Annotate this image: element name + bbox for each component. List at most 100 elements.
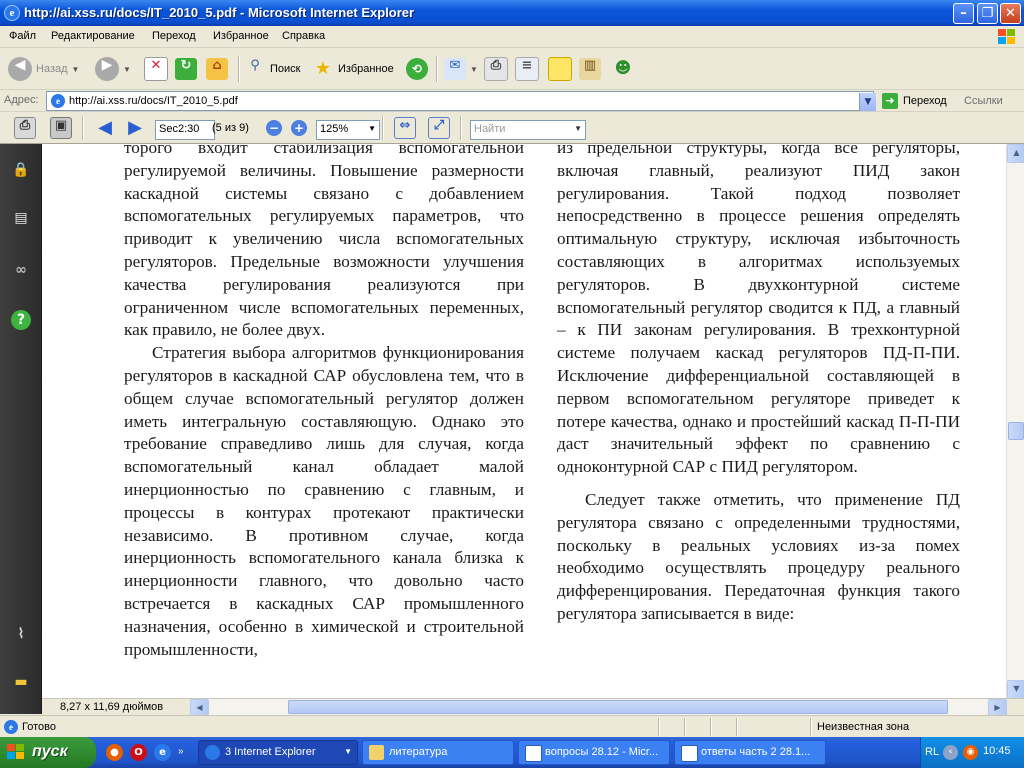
find-binoculars-icon[interactable]: ∞ (10, 262, 32, 284)
home-icon: ⌂ (206, 58, 228, 80)
document-viewer[interactable]: торого входит стабилизация вспомогательн… (42, 144, 1006, 698)
scroll-down-icon[interactable]: ▼ (1007, 680, 1024, 699)
edit-button[interactable]: ≡ (515, 54, 539, 84)
tray-app-icon[interactable]: ◉ (963, 745, 978, 760)
window-title: http://ai.xss.ru/docs/IT_2010_5.pdf - Mi… (24, 5, 415, 20)
paragraph: торого входит стабилизация вспомогательн… (124, 144, 524, 340)
forward-button[interactable]: ▶ ▼ (95, 54, 131, 84)
vertical-scrollbar[interactable]: ▲ ▼ (1006, 144, 1024, 699)
horizontal-scrollbar[interactable]: ◀ ▶ (190, 699, 1007, 718)
opera-quicklaunch-icon[interactable]: O (130, 744, 147, 761)
security-zone: Неизвестная зона (817, 721, 910, 733)
links-label[interactable]: Ссылки (964, 95, 1003, 107)
forward-dropdown-icon[interactable]: ▼ (123, 65, 131, 74)
address-input[interactable]: e http://ai.xss.ru/docs/IT_2010_5.pdf ▼ (46, 91, 876, 111)
messenger-button[interactable]: ☻ (612, 54, 634, 84)
ie-task-icon (205, 745, 220, 760)
system-tray: RL ‹ ◉ 10:45 (920, 737, 1024, 768)
next-page-icon[interactable]: ▶ (124, 117, 146, 139)
clock: 10:45 (983, 745, 1011, 757)
favorites-button[interactable]: ★ Избранное (312, 54, 394, 84)
pdf-toolbar: ⎙ ▣ ◀ ▶ Sec2:30 (5 из 9) − + 125% ▼ ⇔ ⤢ … (0, 112, 1024, 144)
comments-icon[interactable]: ▬ (10, 674, 32, 696)
tray-collapse-icon[interactable]: ‹ (943, 745, 958, 760)
refresh-button[interactable]: ↻ (175, 54, 197, 84)
ie-quicklaunch-icon[interactable]: e (154, 744, 171, 761)
task-word-1[interactable]: вопросы 28.12 - Micr... (518, 740, 670, 765)
history-button[interactable]: ⟲ (406, 54, 428, 84)
status-page-icon: e (4, 720, 18, 734)
go-arrow-icon[interactable]: ➜ (882, 93, 898, 109)
scroll-up-icon[interactable]: ▲ (1007, 144, 1024, 163)
task-label: 3 Internet Explorer (225, 746, 316, 758)
vertical-scroll-thumb[interactable] (1008, 422, 1024, 440)
messenger-people-icon: ☻ (614, 58, 632, 77)
back-arrow-icon: ◀ (8, 57, 32, 81)
quicklaunch-more-icon[interactable]: » (178, 746, 184, 757)
task-word-2[interactable]: ответы часть 2 28.1... (674, 740, 826, 765)
search-icon: ⚲ (250, 58, 260, 73)
menu-edit[interactable]: Редактирование (51, 30, 135, 42)
task-label: вопросы 28.12 - Micr... (545, 746, 659, 758)
back-label: Назад (36, 63, 68, 75)
find-placeholder: Найти (474, 123, 506, 135)
minimize-button[interactable]: – (953, 3, 974, 24)
find-dropdown-icon[interactable]: ▼ (574, 121, 582, 137)
task-internet-explorer[interactable]: 3 Internet Explorer ▼ (198, 740, 358, 765)
start-button[interactable]: пуск (0, 737, 96, 768)
previous-page-icon[interactable]: ◀ (94, 117, 116, 139)
maximize-button[interactable]: ❐ (977, 3, 998, 24)
zoom-select[interactable]: 125% ▼ (316, 120, 380, 140)
language-indicator[interactable]: RL (925, 746, 939, 758)
page-number-input[interactable]: Sec2:30 (155, 120, 215, 140)
help-icon[interactable]: ? (11, 310, 31, 330)
menu-favorites[interactable]: Избранное (213, 30, 269, 42)
zoom-in-icon[interactable]: + (291, 120, 307, 136)
address-url[interactable]: http://ai.xss.ru/docs/IT_2010_5.pdf (69, 95, 238, 107)
menu-file[interactable]: Файл (9, 30, 36, 42)
back-button[interactable]: ◀ Назад ▼ (8, 54, 79, 84)
mail-button[interactable]: ✉ ▼ (444, 54, 478, 84)
edit-page-icon: ≡ (515, 57, 539, 81)
ie-icon[interactable]: e (4, 5, 20, 21)
fit-width-icon[interactable]: ⇔ (394, 117, 416, 139)
address-label: Адрес: (4, 94, 39, 106)
pdf-save-icon[interactable]: ▣ (50, 117, 72, 139)
address-dropdown-icon[interactable]: ▼ (859, 93, 876, 111)
firefox-quicklaunch-icon[interactable]: ● (106, 744, 123, 761)
task-group-dropdown-icon[interactable]: ▼ (344, 747, 352, 756)
home-button[interactable]: ⌂ (206, 54, 228, 84)
status-text: Готово (22, 721, 56, 733)
menu-go[interactable]: Переход (152, 30, 196, 42)
windows-logo-icon (998, 29, 1015, 44)
discuss-note-icon (548, 57, 572, 81)
print-button[interactable]: ⎙ (484, 54, 508, 84)
pdf-print-icon[interactable]: ⎙ (14, 117, 36, 139)
fit-page-icon[interactable]: ⤢ (428, 117, 450, 139)
pages-icon[interactable]: ▤ (10, 210, 32, 232)
title-bar[interactable]: e http://ai.xss.ru/docs/IT_2010_5.pdf - … (0, 0, 1024, 26)
horizontal-scroll-thumb[interactable] (288, 700, 948, 714)
history-icon: ⟲ (406, 58, 428, 80)
menu-help[interactable]: Справка (282, 30, 325, 42)
mail-dropdown-icon[interactable]: ▼ (470, 65, 478, 74)
find-input[interactable]: Найти ▼ (470, 120, 586, 140)
favorites-label: Избранное (338, 63, 394, 75)
word-doc-icon (525, 745, 542, 762)
zoom-out-icon[interactable]: − (266, 120, 282, 136)
favorites-star-icon: ★ (314, 58, 332, 79)
security-lock-icon[interactable]: 🔒 (10, 162, 32, 184)
search-button[interactable]: ⚲ Поиск (244, 54, 300, 84)
research-button[interactable]: ▥ (579, 54, 601, 84)
start-label: пуск (32, 743, 68, 760)
go-button[interactable]: Переход (903, 95, 947, 107)
back-dropdown-icon[interactable]: ▼ (72, 65, 80, 74)
discuss-button[interactable] (548, 54, 572, 84)
attachments-paperclip-icon[interactable]: ⌇ (10, 626, 32, 648)
stop-button[interactable]: ✕ (144, 54, 168, 84)
zoom-value: 125% (320, 123, 349, 135)
close-button[interactable]: ✕ (1000, 3, 1021, 24)
address-bar: Адрес: e http://ai.xss.ru/docs/IT_2010_5… (0, 90, 1024, 112)
task-folder[interactable]: литература (362, 740, 514, 765)
zoom-dropdown-icon[interactable]: ▼ (368, 121, 376, 137)
